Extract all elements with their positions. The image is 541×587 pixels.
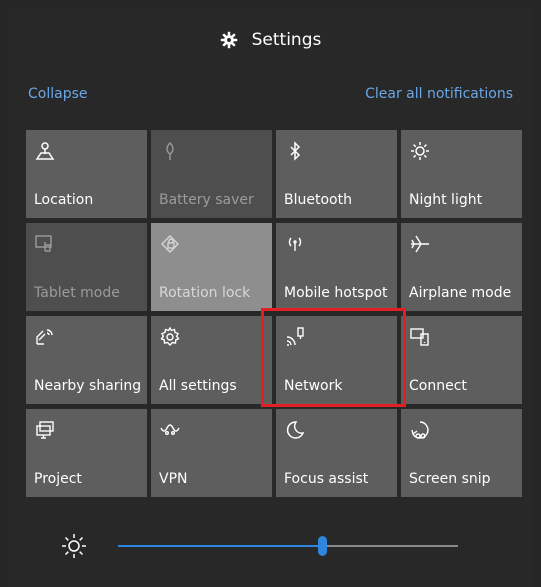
quick-action-project[interactable]: Project	[26, 409, 147, 497]
brightness-slider[interactable]	[118, 536, 458, 556]
quick-action-connect[interactable]: Connect	[401, 316, 522, 404]
tile-label: Rotation lock	[159, 285, 251, 301]
tile-label: Battery saver	[159, 192, 254, 208]
screen-snip-icon	[409, 419, 431, 441]
moon-icon	[284, 419, 306, 441]
page-title: Settings	[251, 30, 322, 50]
project-icon	[34, 419, 56, 441]
tile-label: Airplane mode	[409, 285, 512, 301]
tile-label: Bluetooth	[284, 192, 352, 208]
quick-action-all-settings[interactable]: All settings	[151, 316, 272, 404]
quick-action-rotation-lock[interactable]: Rotation lock	[151, 223, 272, 311]
quick-actions-grid: Location Battery saver Bluetooth Night l…	[26, 130, 522, 497]
quick-action-bluetooth[interactable]: Bluetooth	[276, 130, 397, 218]
airplane-icon	[409, 233, 431, 255]
tile-label: Connect	[409, 378, 467, 394]
night-light-icon	[409, 140, 431, 162]
mobile-hotspot-icon	[284, 233, 306, 255]
vpn-icon	[159, 419, 181, 441]
location-icon	[34, 140, 56, 162]
tile-label: Network	[284, 378, 343, 394]
quick-action-focus-assist[interactable]: Focus assist	[276, 409, 397, 497]
tile-label: Project	[34, 471, 82, 487]
sun-icon	[62, 534, 86, 558]
settings-header[interactable]: Settings	[8, 30, 533, 50]
tile-label: Tablet mode	[34, 285, 120, 301]
quick-action-mobile-hotspot[interactable]: Mobile hotspot	[276, 223, 397, 311]
gear-icon	[220, 31, 237, 49]
quick-action-network[interactable]: Network	[276, 316, 397, 404]
tile-label: Nearby sharing	[34, 378, 142, 394]
quick-action-vpn[interactable]: VPN	[151, 409, 272, 497]
brightness-control	[8, 528, 533, 564]
tile-label: Location	[34, 192, 94, 208]
tile-label: VPN	[159, 471, 188, 487]
quick-action-night-light[interactable]: Night light	[401, 130, 522, 218]
quick-action-battery-saver[interactable]: Battery saver	[151, 130, 272, 218]
quick-action-airplane-mode[interactable]: Airplane mode	[401, 223, 522, 311]
quick-action-nearby-sharing[interactable]: Nearby sharing	[26, 316, 147, 404]
notification-links: Collapse Clear all notifications	[28, 86, 513, 102]
brightness-slider-thumb[interactable]	[318, 536, 327, 556]
quick-action-location[interactable]: Location	[26, 130, 147, 218]
rotation-lock-icon	[159, 233, 181, 255]
tile-label: All settings	[159, 378, 237, 394]
connect-icon	[409, 326, 431, 348]
brightness-slider-fill	[118, 545, 322, 547]
tile-label: Night light	[409, 192, 483, 208]
network-icon	[284, 326, 306, 348]
tile-label: Screen snip	[409, 471, 491, 487]
tablet-mode-icon	[34, 233, 56, 255]
collapse-link[interactable]: Collapse	[28, 86, 88, 102]
battery-saver-icon	[159, 140, 181, 162]
tile-label: Focus assist	[284, 471, 369, 487]
quick-action-tablet-mode[interactable]: Tablet mode	[26, 223, 147, 311]
quick-action-screen-snip[interactable]: Screen snip	[401, 409, 522, 497]
gear-icon	[159, 326, 181, 348]
action-center-panel: Settings Collapse Clear all notification…	[8, 8, 533, 587]
nearby-sharing-icon	[34, 326, 56, 348]
tile-label: Mobile hotspot	[284, 285, 388, 301]
clear-all-notifications-link[interactable]: Clear all notifications	[365, 86, 513, 102]
bluetooth-icon	[284, 140, 306, 162]
